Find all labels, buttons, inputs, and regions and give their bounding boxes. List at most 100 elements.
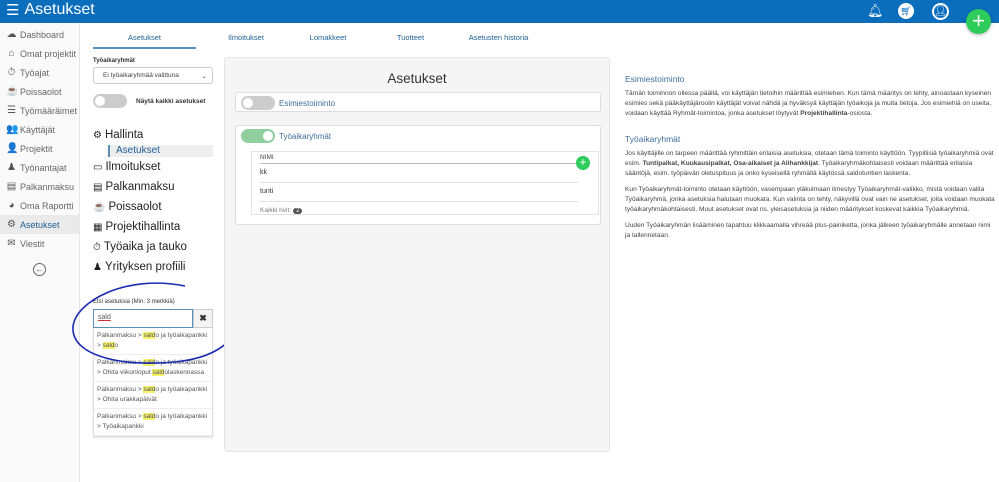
tab-tuotteet[interactable]: Tuotteet <box>360 30 461 49</box>
tyoaikaryhmat-toggle[interactable] <box>241 129 275 143</box>
help-paragraph: Tämän toiminnon ollessa päällä, voi käyt… <box>625 89 995 119</box>
column-header-nimi[interactable]: NIMI <box>260 152 578 164</box>
text: -osiosta. <box>847 110 873 117</box>
result-text: sald <box>143 386 156 393</box>
sidebar-item-label: Poissaolot <box>20 86 62 97</box>
category-icon: ⚙ <box>93 129 102 141</box>
sidebar-item-omat-projektit[interactable]: ⌂ Omat projektit <box>0 44 79 63</box>
sidebar-icon: 👥 <box>6 124 19 135</box>
settings-category[interactable]: ⚙ Hallinta <box>93 125 213 145</box>
group-label: Työaikaryhmät <box>93 58 135 64</box>
sidebar-item-label: Työajat <box>20 67 50 78</box>
settings-category[interactable]: ☕ Poissaolot <box>93 197 213 217</box>
tab-asetusten-historia[interactable]: Asetusten historia <box>461 30 536 49</box>
table-row[interactable]: tunti <box>260 183 578 202</box>
text-bold: Tuntipalkat, Kuukausipalkat, Osa-aikaise… <box>642 160 819 167</box>
sidebar-icon: ♟ <box>7 162 16 173</box>
sidebar-icon: ⚙ <box>7 219 16 230</box>
sidebar-item-ty-nantajat[interactable]: ♟ Työnantajat <box>0 158 79 177</box>
sidebar-item-dashboard[interactable]: ☁ Dashboard <box>0 25 79 44</box>
settings-category[interactable]: ▦ Projektihallinta <box>93 217 213 237</box>
sidebar-item-label: Dashboard <box>20 29 65 40</box>
top-bar: ☰ Asetukset 🔔︎ 🛒︎ 👤︎ <box>0 0 999 23</box>
sidebar-item-label: Viestit <box>20 238 45 249</box>
add-group-button[interactable]: + <box>576 156 590 170</box>
sidebar-item-label: Oma Raportti <box>20 200 74 211</box>
sidebar-icon: ▤ <box>6 181 17 192</box>
sidebar-icon: ✉ <box>7 238 16 249</box>
groups-table: NIMI kk tunti Kaikki rivit: 2 + <box>251 151 599 215</box>
user-icon[interactable]: 👤︎ <box>932 3 949 20</box>
category-label: Projektihallinta <box>105 221 181 233</box>
sidebar-item-ty-ajat[interactable]: ⏱ Työajat <box>0 63 79 82</box>
category-icon: ▭ <box>93 161 103 173</box>
sidebar-icon: ⌂ <box>8 48 15 59</box>
result-text: Palkanmaksu > <box>97 386 144 393</box>
esimies-toggle[interactable] <box>241 96 275 110</box>
category-label: Palkanmaksu <box>105 181 175 193</box>
table-row[interactable]: kk <box>260 164 578 183</box>
help-paragraph: Uuden Työaikaryhmän lisääminen tapahtuu … <box>625 222 991 239</box>
sidebar-icon: ☕ <box>6 86 19 97</box>
show-all-label: Näytä kaikki asetukset <box>136 97 206 105</box>
sidebar-item-label: Työnantajat <box>20 162 67 173</box>
category-icon: ⏱ <box>93 241 101 253</box>
sidebar-item-projektit[interactable]: 👤 Projektit <box>0 139 79 158</box>
sidebar-item-oma-raportti[interactable]: ◕ Oma Raportti <box>0 196 79 215</box>
sidebar-item-asetukset[interactable]: ⚙ Asetukset <box>0 215 79 234</box>
subcategory-asetukset[interactable]: Asetukset <box>108 145 213 157</box>
settings-column: Työaikaryhmät Ei työaikaryhmää valittuna… <box>93 58 213 277</box>
row-count-label: Kaikki rivit: <box>260 207 292 214</box>
collapse-sidebar-icon[interactable]: ← <box>33 263 46 276</box>
sidebar-item-label: Projektit <box>20 143 53 154</box>
bell-icon[interactable]: 🔔︎ <box>867 3 884 19</box>
category-label: Työaika ja tauko <box>103 241 187 253</box>
settings-category[interactable]: ▤ Palkanmaksu <box>93 177 213 197</box>
sidebar-icon: 👤 <box>6 143 19 154</box>
sidebar-icon: ◕ <box>8 200 15 211</box>
group-select[interactable]: Ei työaikaryhmää valittuna ⌄ <box>93 67 213 84</box>
help-heading-tyoaika: Työaikaryhmät <box>625 134 681 144</box>
menu-icon[interactable]: ☰ <box>6 1 19 19</box>
show-all-toggle[interactable] <box>93 94 127 108</box>
settings-category[interactable]: ▭ Ilmoitukset <box>93 157 213 177</box>
sidebar-item-poissaolot[interactable]: ☕ Poissaolot <box>0 82 79 101</box>
tab-ilmoitukset[interactable]: Ilmoitukset <box>196 30 296 49</box>
category-label: Poissaolot <box>108 201 162 213</box>
sidebar-item-palkanmaksu[interactable]: ▤ Palkanmaksu <box>0 177 79 196</box>
esimies-card: Esimiestoiminto <box>235 92 601 112</box>
tab-lomakkeet[interactable]: Lomakkeet <box>296 30 360 49</box>
search-result[interactable]: Palkanmaksu > saldo ja työaikapankki > O… <box>94 382 212 409</box>
result-text: sald <box>143 413 156 420</box>
sidebar-item-k-ytt-j-t[interactable]: 👥 Käyttäjät <box>0 120 79 139</box>
sidebar-item-label: Omat projektit <box>20 48 77 59</box>
sidebar-icon: ⏱ <box>7 67 16 78</box>
category-icon: ☕ <box>93 201 106 213</box>
settings-category[interactable]: ⏱ Työaika ja tauko <box>93 237 213 257</box>
sidebar-icon: ☁ <box>6 29 17 40</box>
category-label: Ilmoitukset <box>105 161 161 173</box>
tab-asetukset[interactable]: Asetukset <box>93 30 196 49</box>
category-label: Hallinta <box>104 129 144 141</box>
help-paragraph: Jos käyttäjille on tarpeen määrittää ryh… <box>625 149 995 179</box>
sidebar-icon: ☰ <box>7 105 16 116</box>
chevron-down-icon: ⌄ <box>201 72 207 80</box>
tyoaikaryhmat-label: Työaikaryhmät <box>279 131 332 141</box>
add-fab-button[interactable]: + <box>966 9 991 34</box>
settings-panel: Asetukset Esimiestoiminto Työaikaryhmät … <box>224 57 610 452</box>
sidebar-item-label: Käyttäjät <box>20 124 56 135</box>
esimies-label: Esimiestoiminto <box>279 98 336 108</box>
category-icon: ▦ <box>93 221 103 233</box>
search-result[interactable]: Palkanmaksu > saldo ja työaikapankki > T… <box>94 409 212 436</box>
sidebar-item-ty-m-r-imet[interactable]: ☰ Työmääräimet <box>0 101 79 120</box>
row-count-badge: 2 <box>293 207 303 214</box>
help-text: Esimiestoiminto Tämän toiminnon ollessa … <box>625 74 995 247</box>
tabs: Asetukset Ilmoitukset Lomakkeet Tuotteet… <box>93 30 536 49</box>
category-icon: ♟ <box>93 261 102 273</box>
sidebar-item-label: Palkanmaksu <box>20 181 75 192</box>
sidebar-item-label: Työmääräimet <box>20 105 78 116</box>
sidebar-item-viestit[interactable]: ✉ Viestit <box>0 234 79 253</box>
cart-icon[interactable]: 🛒︎ <box>898 3 914 19</box>
tyoaikaryhmat-card: Työaikaryhmät NIMI kk tunti Kaikki rivit… <box>235 125 601 225</box>
help-heading-esimies: Esimiestoiminto <box>625 74 685 84</box>
